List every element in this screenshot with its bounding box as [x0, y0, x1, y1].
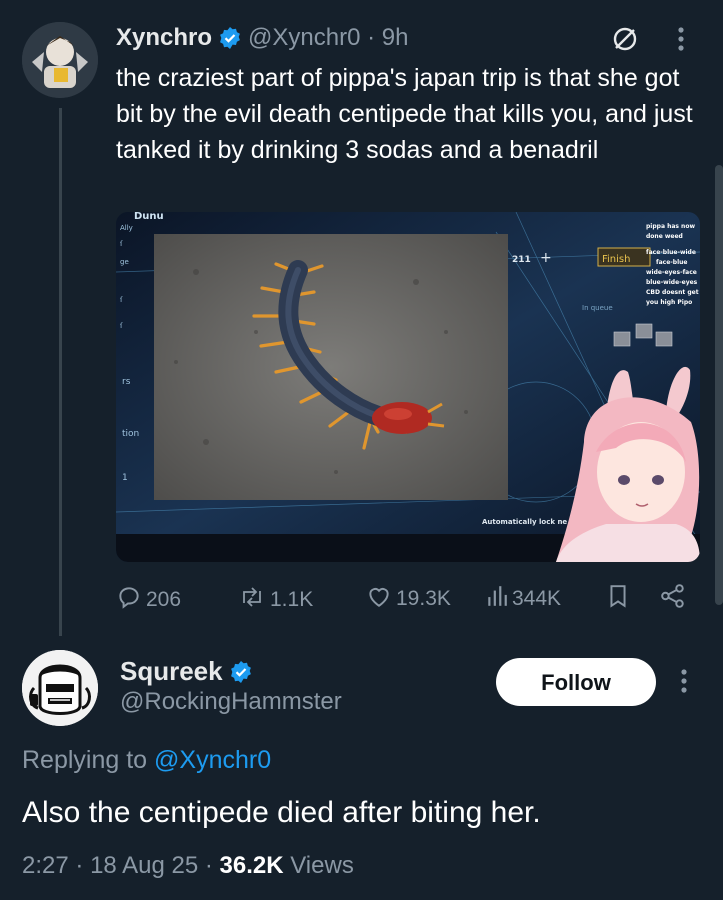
- tweet-header: Xynchro @Xynchr0 · 9h: [116, 24, 408, 52]
- separator-dot: ·: [75, 852, 91, 879]
- more-icon[interactable]: [677, 26, 685, 56]
- tweet-text: the craziest part of pippa's japan trip …: [116, 64, 693, 164]
- reply-icon: [116, 584, 146, 616]
- reply-author-row: Squreek: [120, 656, 259, 687]
- replying-to-line: Replying to @Xynchr0: [22, 746, 271, 775]
- auto-lock-text: Automatically lock ne: [482, 518, 567, 526]
- reply-count: 206: [146, 588, 182, 611]
- reply-metadata: 2:27 · 18 Aug 25 · 36.2K Views: [22, 852, 354, 880]
- scrollbar[interactable]: [715, 165, 723, 605]
- views-icon: [486, 584, 512, 614]
- reply-time[interactable]: 2:27: [22, 852, 69, 879]
- share-icon: [660, 584, 690, 614]
- avatar-xynchro[interactable]: [22, 22, 98, 98]
- side-text-3: 1: [122, 473, 128, 483]
- more-icon[interactable]: [680, 668, 688, 698]
- finish-label: Finish: [602, 254, 630, 265]
- bookmark-icon: [608, 584, 632, 614]
- verified-icon: [229, 660, 253, 684]
- like-icon: [366, 584, 396, 614]
- chat-line-2: done weed: [646, 233, 683, 240]
- chat-line-7: CBD doesnt get: [646, 289, 699, 296]
- game-ui-top-label: Dunu: [134, 212, 164, 222]
- chat-line-3: face-blue-wide: [646, 249, 696, 256]
- svg-text:Ally: Ally: [120, 224, 133, 232]
- queue-label: In queue: [582, 304, 613, 312]
- thread-connector-line: [59, 108, 62, 636]
- author-handle[interactable]: @Xynchr0: [248, 24, 360, 52]
- views-count: 344K: [512, 587, 562, 610]
- repost-count: 1.1K: [270, 588, 314, 611]
- reply-author-handle[interactable]: @RockingHammster: [120, 688, 342, 716]
- repost-button[interactable]: 1.1K: [238, 584, 313, 616]
- reply-text: Also the centipede died after biting her…: [22, 796, 541, 829]
- chat-line-4: face-blue: [656, 259, 687, 266]
- chat-line-8: you high Pipo: [646, 299, 692, 306]
- tweet-media-image[interactable]: Dunu Ally ſ ge ſ ſ rs tion 1 211 + Finis…: [116, 212, 700, 562]
- reply-button[interactable]: 206: [116, 584, 181, 616]
- tweet-action-bar: 206 1.1K 19.3K 344K: [0, 584, 723, 614]
- share-button[interactable]: [660, 584, 690, 614]
- reply-date[interactable]: 18 Aug 25: [90, 852, 198, 879]
- chat-line-5: wide-eyes-face: [646, 269, 697, 276]
- reply-views-count: 36.2K: [219, 852, 284, 879]
- reply-author-name[interactable]: Squreek: [120, 656, 223, 687]
- chat-line-1: pippa has now: [646, 223, 695, 230]
- verified-icon: [218, 26, 242, 50]
- avatar-squreek[interactable]: [22, 650, 98, 726]
- replying-mention-link[interactable]: @Xynchr0: [154, 746, 271, 774]
- replying-prefix: Replying to: [22, 746, 148, 774]
- bookmark-button[interactable]: [608, 584, 632, 614]
- centipede-photo: [154, 234, 508, 500]
- follow-button[interactable]: Follow: [496, 658, 656, 706]
- reply-views-label: Views: [290, 852, 354, 879]
- svg-text:ge: ge: [120, 258, 129, 266]
- side-text-1: rs: [122, 377, 131, 387]
- no-audio-icon[interactable]: [612, 26, 638, 52]
- views-button[interactable]: 344K: [486, 584, 561, 614]
- separator-dot: ·: [360, 24, 382, 51]
- counter-value: 211: [512, 255, 531, 265]
- author-name[interactable]: Xynchro: [116, 24, 212, 52]
- like-count: 19.3K: [396, 587, 451, 610]
- tweet-time[interactable]: 9h: [382, 24, 409, 52]
- repost-icon: [238, 584, 270, 616]
- side-text-2: tion: [122, 429, 139, 439]
- plus-icon: +: [540, 250, 552, 266]
- chat-line-6: blue-wide-eyes: [646, 279, 698, 286]
- like-button[interactable]: 19.3K: [366, 584, 451, 614]
- separator-dot: ·: [204, 852, 220, 879]
